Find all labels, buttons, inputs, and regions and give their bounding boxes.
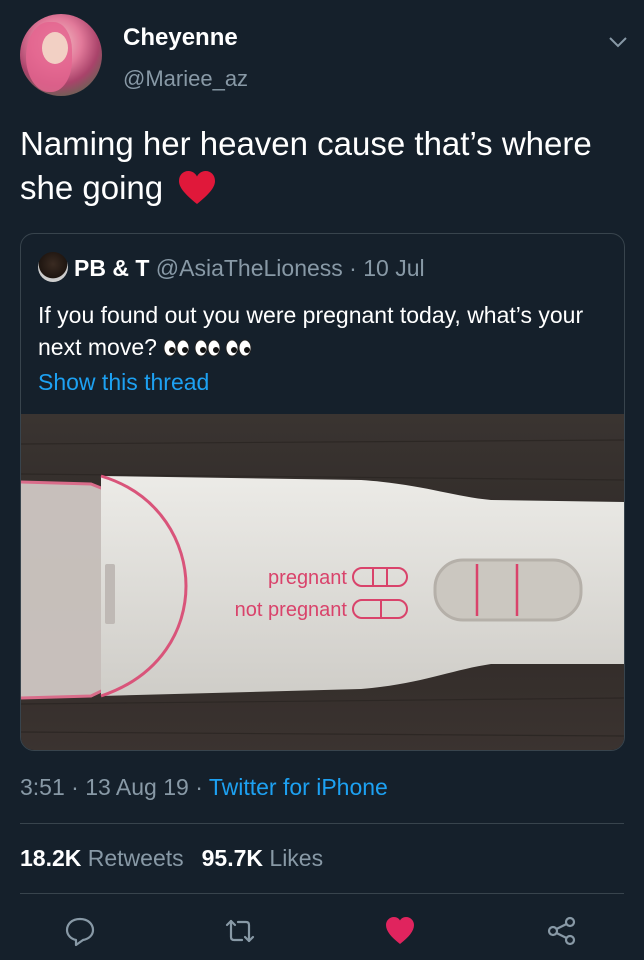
divider: [20, 893, 624, 894]
quoted-avatar: [38, 252, 68, 282]
tweet-date: 13 Aug 19: [85, 774, 189, 800]
show-thread-link[interactable]: Show this thread: [38, 369, 209, 396]
meta-separator: ·: [64, 774, 86, 800]
quoted-display-name: PB & T: [74, 255, 150, 281]
action-bar: [0, 905, 644, 955]
retweets-count: 18.2K: [20, 845, 82, 871]
photo-label-pregnant: pregnant: [268, 567, 347, 589]
quoted-date: 10 Jul: [363, 255, 425, 281]
quoted-tweet-text: If you found out you were pregnant today…: [38, 299, 598, 363]
chevron-down-icon[interactable]: [606, 30, 630, 54]
tweet-body: Naming her heaven cause that’s where she…: [20, 125, 592, 206]
eyes-emoji-icon: [163, 339, 252, 357]
retweet-icon[interactable]: [224, 915, 256, 947]
user-handle[interactable]: @Mariee_az: [123, 66, 248, 92]
likes-stat[interactable]: 95.7K Likes: [202, 845, 323, 871]
avatar[interactable]: [20, 14, 102, 96]
heart-icon[interactable]: [384, 915, 416, 947]
reply-icon[interactable]: [64, 915, 96, 947]
quoted-separator: ·: [342, 255, 364, 281]
divider: [20, 823, 624, 824]
retweets-label: Retweets: [87, 845, 184, 871]
meta-separator: ·: [188, 774, 209, 800]
tweet-time: 3:51: [20, 774, 65, 800]
photo-label-not-pregnant: not pregnant: [235, 599, 348, 621]
tweet-meta: 3:51 · 13 Aug 19 · Twitter for iPhone: [20, 774, 388, 801]
quoted-handle: @AsiaTheLioness: [155, 255, 343, 281]
share-icon[interactable]: [546, 915, 578, 947]
quoted-tweet-header: PB & T @AsiaTheLioness · 10 Jul: [38, 252, 618, 282]
tweet-header: Cheyenne @Mariee_az: [20, 14, 630, 104]
red-heart-icon: [179, 171, 216, 204]
tweet-stats: 18.2K Retweets 95.7K Likes: [20, 845, 323, 872]
likes-label: Likes: [269, 845, 324, 871]
retweets-stat[interactable]: 18.2K Retweets: [20, 845, 184, 871]
pregnancy-test-photo[interactable]: pregnant not pregnant: [21, 414, 625, 751]
tweet-text: Naming her heaven cause that’s where she…: [20, 122, 620, 210]
tweet-source-link[interactable]: Twitter for iPhone: [209, 774, 388, 800]
likes-count: 95.7K: [201, 845, 264, 871]
display-name[interactable]: Cheyenne: [123, 24, 238, 52]
quoted-body: If you found out you were pregnant today…: [38, 302, 584, 360]
quoted-tweet[interactable]: PB & T @AsiaTheLioness · 10 Jul If you f…: [20, 233, 625, 751]
